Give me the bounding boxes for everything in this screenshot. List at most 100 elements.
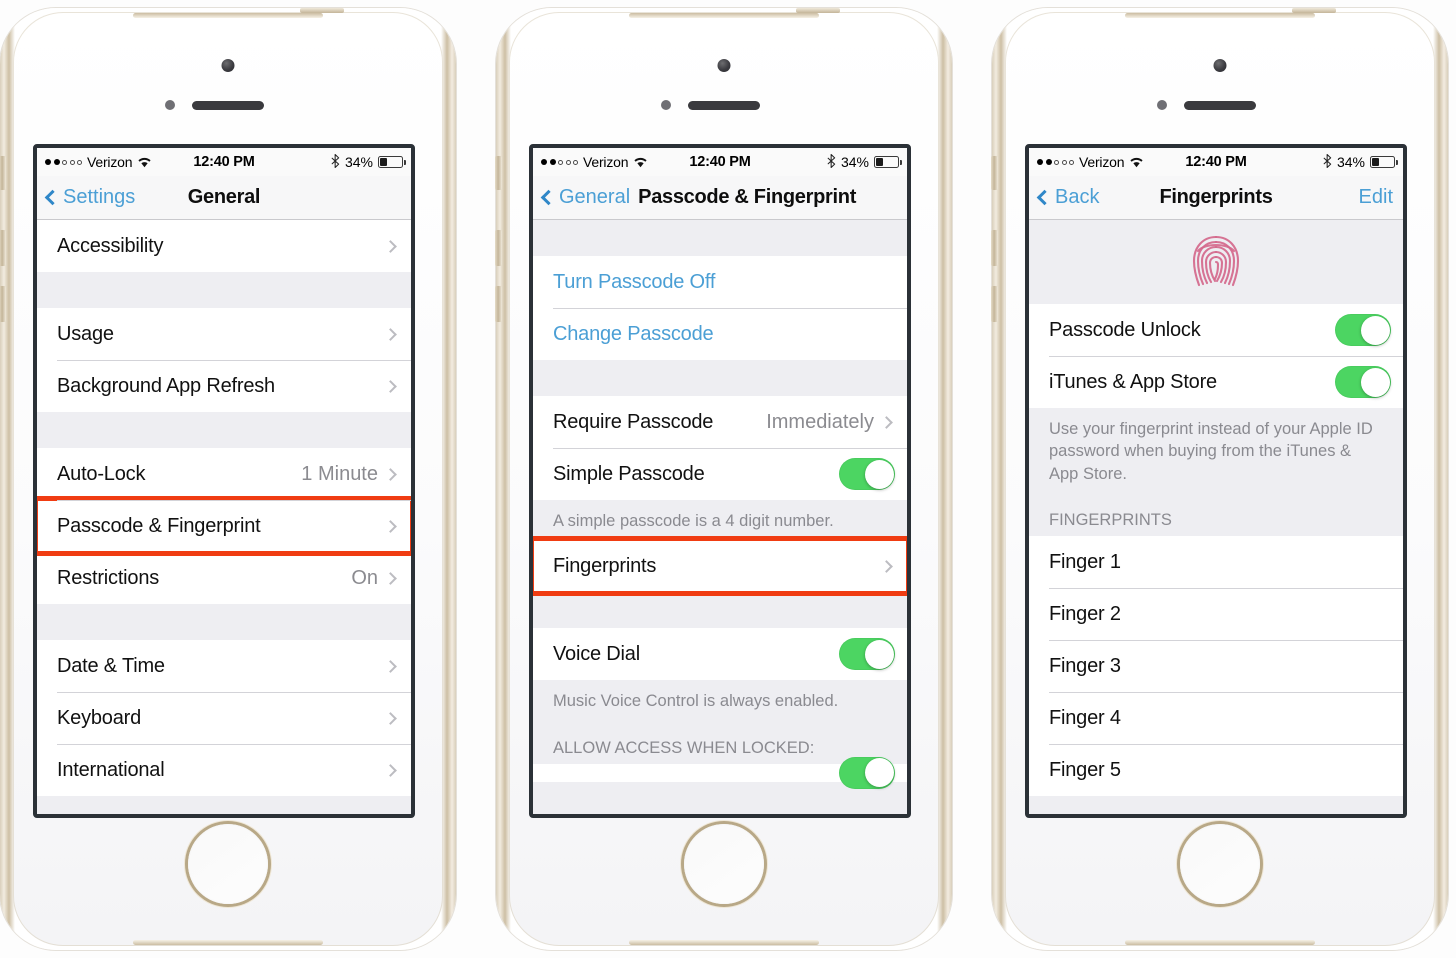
list-row[interactable]: Change Passcode <box>533 308 907 360</box>
volume-up-button[interactable] <box>495 230 502 266</box>
home-button[interactable] <box>1180 824 1260 904</box>
signal-dot <box>549 159 556 165</box>
list-row[interactable]: International <box>37 744 411 796</box>
list-row[interactable]: Voice Dial <box>533 628 907 681</box>
row-label: Finger 4 <box>1049 706 1121 729</box>
phone-screen-phone-passcode: Verizon 12:40 PM 34% General Passcode & Fing… <box>529 144 911 818</box>
power-button[interactable] <box>796 8 840 13</box>
fingerprint-hero <box>1029 220 1403 304</box>
list-row[interactable]: Date & Time <box>37 640 411 692</box>
battery-fill <box>1372 158 1380 166</box>
settings-list: Passcode Unlock iTunes & App Store Use you… <box>1029 220 1403 814</box>
list-row[interactable]: iTunes & App Store <box>1029 356 1403 408</box>
volume-up-button[interactable] <box>991 230 998 266</box>
list-row[interactable]: Finger 1 <box>1029 536 1403 589</box>
row-label: Passcode & Fingerprint <box>57 514 261 537</box>
settings-group: Accessibility <box>37 220 411 272</box>
highlighted-row[interactable]: Passcode & Fingerprint <box>37 496 411 556</box>
settings-list: Turn Passcode Off Change Passcode Require … <box>533 220 907 814</box>
row-value: Immediately <box>766 410 874 433</box>
battery-percent: 34% <box>840 154 869 170</box>
settings-group: Auto-Lock 1 Minute Passcode & Fingerprint R… <box>37 448 411 604</box>
volume-up-button[interactable] <box>0 230 6 266</box>
toggle-switch[interactable] <box>1335 366 1391 398</box>
list-row[interactable]: Restrictions On <box>37 552 411 604</box>
volume-down-button[interactable] <box>991 286 998 322</box>
nav-back-button[interactable]: Back <box>1036 186 1100 209</box>
list-row[interactable]: Finger 2 <box>1029 588 1403 641</box>
chevron-right-icon <box>384 519 397 533</box>
row-label: Finger 5 <box>1049 758 1121 781</box>
phone-screen-phone-fingerprints: Verizon 12:40 PM 34% Back Fingerprints Edit Pa… <box>1025 144 1407 818</box>
battery-percent: 34% <box>344 154 373 170</box>
row-label: iTunes & App Store <box>1049 370 1217 393</box>
row-label: Fingerprints <box>553 554 657 577</box>
signal-dot <box>77 159 82 165</box>
list-row[interactable]: Require Passcode Immediately <box>533 396 907 448</box>
mute-switch[interactable] <box>495 156 502 190</box>
power-button[interactable] <box>300 8 344 13</box>
settings-group: Passcode Unlock iTunes & App Store <box>1029 304 1403 408</box>
toggle-switch[interactable] <box>839 458 895 490</box>
battery-percent: 34% <box>1336 154 1365 170</box>
section-gap <box>37 412 411 448</box>
section-gap <box>533 220 907 256</box>
row-label: International <box>57 758 165 781</box>
list-row[interactable]: Finger 5 <box>1029 744 1403 797</box>
status-bar-left: Verizon <box>45 154 152 170</box>
list-row[interactable]: Finger 4 <box>1029 692 1403 745</box>
volume-down-button[interactable] <box>0 286 6 322</box>
wifi-icon <box>137 156 152 168</box>
list-row[interactable]: Background App Refresh <box>37 360 411 412</box>
status-bar-right: 34% <box>331 153 407 171</box>
battery-icon <box>1370 156 1399 168</box>
toggle-knob <box>1360 367 1390 397</box>
power-button[interactable] <box>1292 8 1336 13</box>
proximity-sensor-icon <box>1157 100 1167 110</box>
signal-dots-icon <box>1037 159 1074 165</box>
chevron-right-icon <box>880 559 893 573</box>
status-bar-left: Verizon <box>1037 154 1144 170</box>
bluetooth-icon <box>331 153 340 171</box>
mute-switch[interactable] <box>0 156 6 190</box>
toggle-switch[interactable] <box>839 638 895 671</box>
nav-back-button[interactable]: Settings <box>44 186 135 209</box>
section-footer: Music Voice Control is always enabled. <box>533 680 907 721</box>
phone-screen-phone-general: Verizon 12:40 PM 34% Settings General Accessi… <box>33 144 415 818</box>
list-row[interactable]: Passcode Unlock <box>1029 304 1403 356</box>
row-label: Voice Dial <box>553 642 640 665</box>
list-row[interactable] <box>533 756 907 789</box>
home-button[interactable] <box>684 824 764 904</box>
nav-back-label: Back <box>1055 186 1100 208</box>
list-row[interactable]: Auto-Lock 1 Minute <box>37 448 411 500</box>
status-bar: Verizon 12:40 PM 34% <box>1029 148 1403 176</box>
row-label: Finger 3 <box>1049 654 1121 677</box>
toggle-switch[interactable] <box>839 756 895 789</box>
battery-icon <box>874 156 903 168</box>
list-row[interactable]: Finger 3 <box>1029 640 1403 693</box>
list-row[interactable]: Usage <box>37 308 411 360</box>
page-title: Passcode & Fingerprint <box>638 186 857 208</box>
mute-switch[interactable] <box>991 156 998 190</box>
list-row[interactable]: Keyboard <box>37 692 411 744</box>
list-row[interactable]: Accessibility <box>37 220 411 272</box>
highlighted-row[interactable]: Fingerprints <box>533 536 907 597</box>
row-label: Keyboard <box>57 706 142 729</box>
row-label: Passcode Unlock <box>1049 318 1201 341</box>
front-camera-icon <box>221 59 235 72</box>
settings-group: Usage Background App Refresh <box>37 308 411 412</box>
toggle-knob <box>864 758 894 788</box>
nav-back-button[interactable]: General <box>540 186 630 209</box>
row-value: 1 Minute <box>301 462 378 485</box>
section-gap <box>37 272 411 308</box>
home-button[interactable] <box>188 824 268 904</box>
settings-group: Voice Dial <box>533 628 907 681</box>
bezel-top-cap <box>629 13 819 18</box>
list-row[interactable]: Simple Passcode <box>533 448 907 500</box>
volume-down-button[interactable] <box>495 286 502 322</box>
toggle-switch[interactable] <box>1335 314 1391 346</box>
settings-group: Fingerprints <box>533 536 907 597</box>
edit-button[interactable]: Edit <box>1359 186 1393 209</box>
signal-dots-icon <box>541 159 578 165</box>
list-row[interactable]: Turn Passcode Off <box>533 256 907 308</box>
